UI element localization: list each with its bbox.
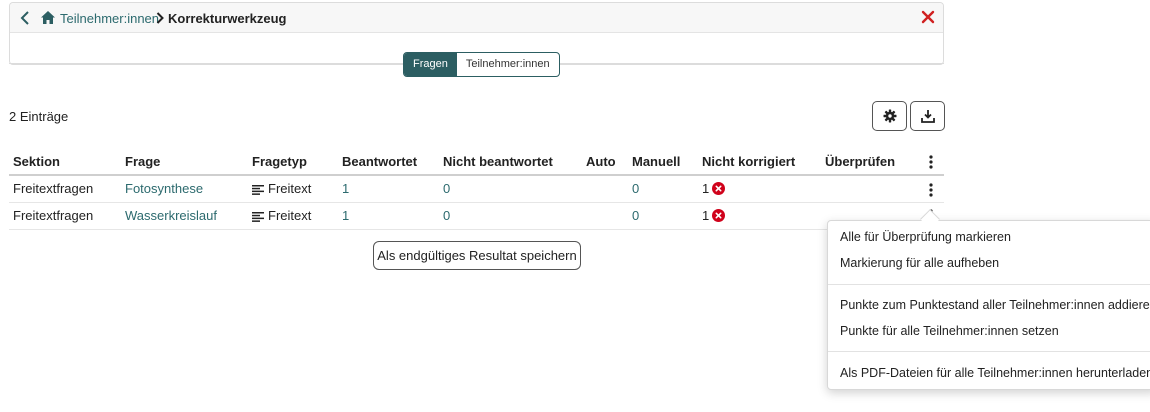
col-header-question[interactable]: Frage	[121, 148, 248, 176]
col-header-not-answered[interactable]: Nicht beantwortet	[439, 148, 582, 176]
cell-section: Freitextfragen	[9, 202, 121, 230]
cell-type: Freitext	[248, 202, 338, 230]
table-header-row: Sektion Frage Fragetyp Beantwortet Nicht…	[9, 148, 944, 176]
menu-divider	[828, 351, 1150, 352]
cell-auto	[582, 202, 628, 230]
download-button[interactable]	[910, 101, 945, 131]
cell-not-corrected: 1	[698, 202, 821, 230]
col-header-not-corrected[interactable]: Nicht korrigiert	[698, 148, 821, 176]
col-header-review[interactable]: Überprüfen	[821, 148, 918, 176]
cell-manual[interactable]: 0	[632, 208, 639, 223]
cell-auto	[582, 175, 628, 203]
actions-dropdown-menu: Alle für Überprüfung markieren Markierun…	[827, 220, 1150, 390]
cell-answered[interactable]: 1	[342, 208, 349, 223]
cell-answered[interactable]: 1	[342, 181, 349, 196]
save-final-result-button[interactable]: Als endgültiges Resultat speichern	[373, 241, 581, 270]
not-corrected-count: 1	[702, 208, 710, 223]
col-header-answered[interactable]: Beantwortet	[338, 148, 439, 176]
home-icon	[41, 11, 55, 24]
chevron-left-icon[interactable]	[18, 9, 34, 27]
breadcrumb-current: Korrekturwerkzeug	[168, 11, 287, 26]
entries-count: 2 Einträge	[9, 109, 69, 124]
cell-review	[821, 175, 918, 203]
cell-not-corrected: 1	[698, 175, 821, 203]
cell-manual[interactable]: 0	[632, 181, 639, 196]
error-circle-icon	[712, 209, 726, 222]
col-header-section[interactable]: Sektion	[9, 148, 121, 176]
kebab-icon[interactable]	[929, 155, 933, 169]
gear-icon	[883, 109, 896, 123]
menu-item-add-points[interactable]: Punkte zum Punktestand aller Teilnehmer:…	[840, 298, 1150, 312]
type-label: Freitext	[268, 208, 312, 223]
close-icon[interactable]	[921, 10, 935, 24]
cell-actions	[918, 175, 944, 203]
cell-not-answered[interactable]: 0	[443, 208, 450, 223]
text-lines-icon	[252, 211, 264, 222]
menu-item-mark-all-review[interactable]: Alle für Überprüfung markieren	[840, 230, 1011, 244]
cell-section: Freitextfragen	[9, 175, 121, 203]
questions-table: Sektion Frage Fragetyp Beantwortet Nicht…	[9, 148, 944, 230]
col-header-auto[interactable]: Auto	[582, 148, 628, 176]
kebab-icon[interactable]	[929, 182, 933, 197]
tab-questions[interactable]: Fragen	[404, 53, 457, 76]
question-link[interactable]: Wasserkreislauf	[125, 208, 217, 223]
col-header-actions	[918, 148, 944, 176]
col-header-manual[interactable]: Manuell	[628, 148, 698, 176]
table-row: Freitextfragen Fotosynthese Freitext 1 0…	[9, 175, 944, 203]
breadcrumb: Teilnehmer:innen Korrekturwerkzeug	[10, 3, 943, 33]
view-switcher: Fragen Teilnehmer:innen	[403, 52, 560, 77]
table-row: Freitextfragen Wasserkreislauf Freitext …	[9, 202, 944, 230]
download-icon	[920, 110, 935, 123]
tab-participants[interactable]: Teilnehmer:innen	[457, 53, 559, 76]
chevron-right-icon	[156, 12, 164, 24]
menu-item-download-pdfs[interactable]: Als PDF-Dateien für alle Teilnehmer:inne…	[840, 366, 1150, 380]
menu-item-unmark-all[interactable]: Markierung für alle aufheben	[840, 256, 999, 270]
text-lines-icon	[252, 184, 264, 195]
type-label: Freitext	[268, 181, 312, 197]
cell-type: Freitext	[248, 175, 338, 203]
error-circle-icon	[712, 182, 726, 196]
col-header-type[interactable]: Fragetyp	[248, 148, 338, 176]
not-corrected-count: 1	[702, 181, 710, 197]
table-settings-button[interactable]	[872, 101, 907, 131]
breadcrumb-parent-link[interactable]: Teilnehmer:innen	[60, 11, 159, 26]
question-link[interactable]: Fotosynthese	[125, 181, 203, 196]
cell-not-answered[interactable]: 0	[443, 181, 450, 196]
menu-item-set-points[interactable]: Punkte für alle Teilnehmer:innen setzen	[840, 324, 1059, 338]
menu-divider	[828, 284, 1150, 285]
